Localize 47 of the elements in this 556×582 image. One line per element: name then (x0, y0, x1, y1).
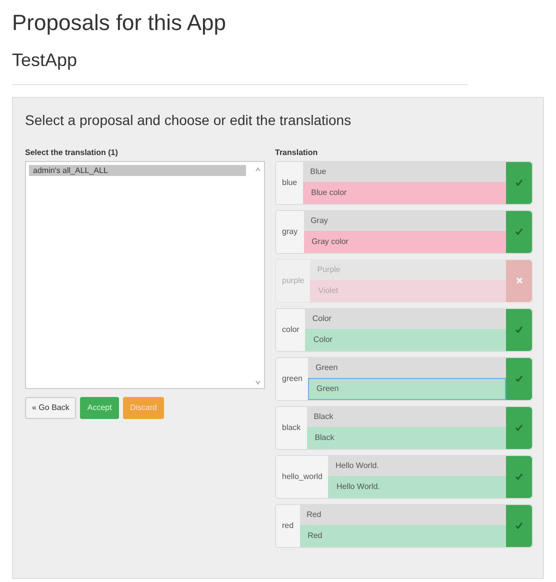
check-button[interactable] (506, 162, 532, 204)
check-icon (515, 228, 523, 236)
source-text: Hello World. (328, 456, 506, 476)
source-text: Green (308, 358, 506, 378)
translation-key: black (276, 406, 307, 449)
translation-key: color (276, 308, 306, 351)
check-icon (515, 424, 523, 432)
check-button[interactable] (506, 406, 532, 449)
source-text: Purple (310, 260, 506, 280)
translation-key: green (276, 358, 308, 400)
source-text: Black (306, 406, 506, 427)
check-icon (515, 522, 523, 530)
translation-field[interactable]: Green (308, 378, 506, 400)
list-label: Select the translation (1) (25, 146, 119, 159)
check-icon (515, 375, 523, 382)
source-text: Blue (303, 162, 506, 182)
check-icon (515, 179, 523, 186)
check-button[interactable] (506, 210, 532, 253)
app-name: TestApp (12, 50, 78, 72)
scrollbar[interactable] (255, 166, 261, 386)
translation-field[interactable]: Black (306, 426, 506, 449)
list-item[interactable]: admin's all_ALL_ALL (29, 164, 246, 176)
translation-key: red (276, 504, 300, 547)
check-button[interactable] (506, 358, 532, 400)
source-text: Red (300, 504, 506, 525)
source-text: Gray (304, 210, 506, 231)
close-icon (516, 277, 522, 284)
translation-field[interactable]: Gray color (304, 230, 506, 253)
back-button[interactable]: « Go Back (25, 396, 76, 419)
page-title: Proposals for this App (12, 10, 228, 36)
panel-heading: Select a proposal and choose or edit the translations (25, 110, 352, 130)
translation-label: Translation (275, 146, 319, 159)
translation-field[interactable]: Blue color (303, 182, 506, 204)
translation-key: hello_world (276, 456, 328, 498)
translation-key: gray (276, 210, 304, 253)
translation-field[interactable]: Hello World. (328, 476, 506, 498)
check-button[interactable] (506, 504, 532, 547)
check-button[interactable] (506, 456, 532, 498)
check-icon (515, 326, 523, 334)
translation-key: purple (276, 260, 310, 302)
check-icon (515, 473, 523, 480)
translation-field[interactable]: Color (305, 328, 506, 351)
source-text: Color (305, 308, 506, 329)
check-button[interactable] (506, 308, 532, 351)
translation-field[interactable]: Red (300, 524, 506, 547)
translation-key: blue (276, 162, 304, 204)
accept-button[interactable]: Accept (80, 396, 119, 419)
